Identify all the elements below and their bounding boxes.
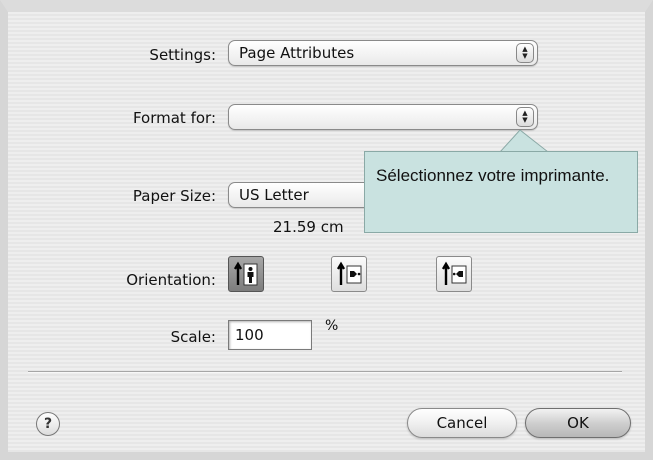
paper-dimensions: 21.59 cm: [273, 218, 344, 236]
separator: [28, 371, 622, 373]
scale-label: Scale:: [170, 328, 216, 346]
landscape-left-orientation-icon: [336, 261, 362, 285]
callout-pointer: [500, 130, 548, 153]
landscape-right-orientation-icon: [441, 261, 467, 285]
ok-button[interactable]: OK: [525, 408, 631, 438]
scale-input[interactable]: 100: [228, 320, 312, 350]
settings-value: Page Attributes: [239, 44, 355, 62]
paper-size-value: US Letter: [239, 186, 309, 204]
popup-arrows-icon: ▲ ▼: [516, 43, 534, 63]
format-for-label: Format for:: [132, 109, 216, 127]
portrait-orientation-icon: [233, 261, 258, 286]
paper-size-label: Paper Size:: [132, 187, 216, 205]
settings-label: Settings:: [149, 46, 216, 64]
format-for-popup[interactable]: ▲ ▼: [228, 104, 538, 130]
settings-popup[interactable]: Page Attributes ▲ ▼: [228, 40, 538, 66]
orientation-landscape-right-button[interactable]: [436, 256, 472, 292]
help-button[interactable]: ?: [36, 412, 60, 436]
orientation-label: Orientation:: [126, 271, 216, 289]
callout-tooltip: Sélectionnez votre imprimante.: [364, 151, 638, 233]
orientation-portrait-button[interactable]: [228, 256, 264, 292]
scale-unit: %: [325, 318, 339, 334]
cancel-button[interactable]: Cancel: [407, 408, 517, 438]
popup-arrows-icon: ▲ ▼: [516, 107, 534, 127]
orientation-landscape-left-button[interactable]: [331, 256, 367, 292]
